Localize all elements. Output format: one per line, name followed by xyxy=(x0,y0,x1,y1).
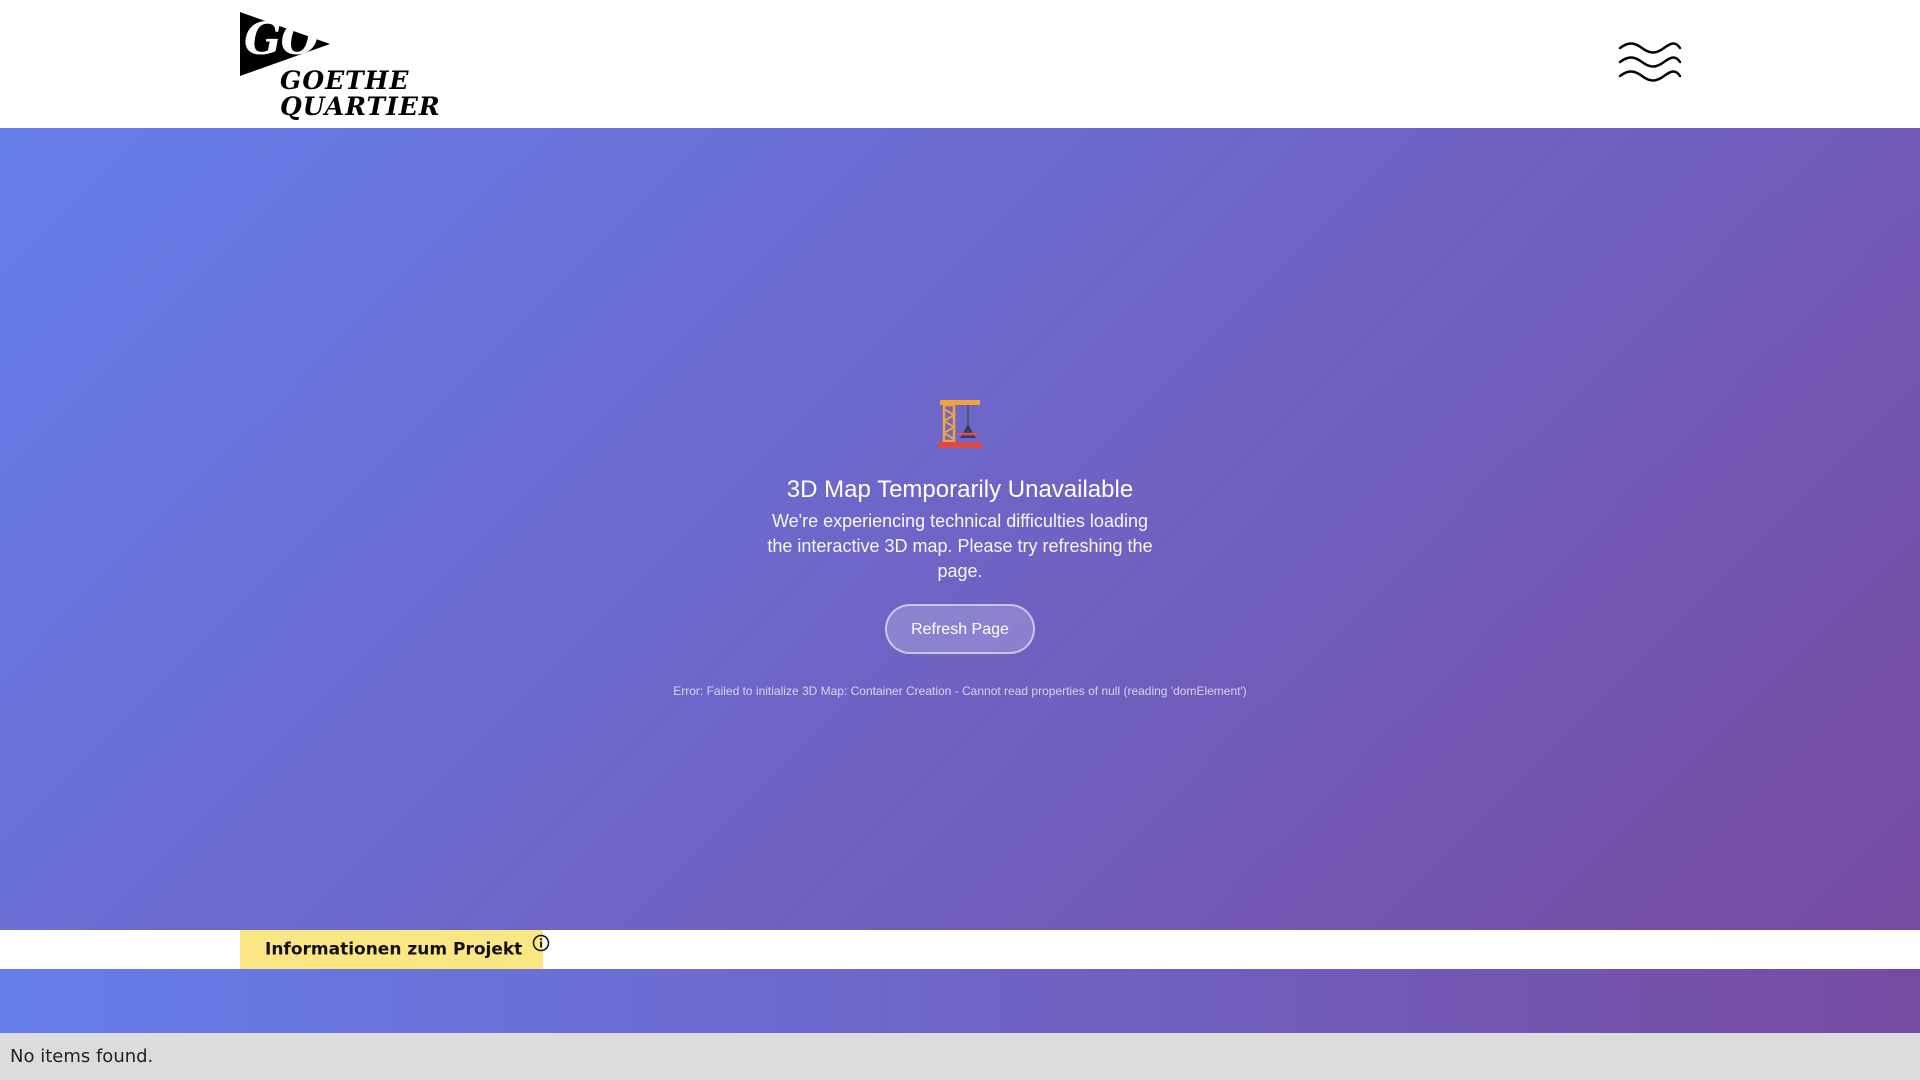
map-error-detail: Error: Failed to initialize 3D Map: Cont… xyxy=(673,684,1247,698)
logo-line-quartier: QUARTIER xyxy=(280,92,441,121)
refresh-page-button[interactable]: Refresh Page xyxy=(885,604,1035,654)
map-error-message: We're experiencing technical difficultie… xyxy=(767,511,1153,581)
menu-button[interactable] xyxy=(1618,40,1682,90)
site-header: GO GOETHE QUARTIER xyxy=(0,0,1920,128)
goethe-quartier-logo[interactable]: GO GOETHE QUARTIER xyxy=(238,10,440,120)
map-error-panel: 3D Map Temporarily Unavailable We're exp… xyxy=(610,398,1310,698)
content-band xyxy=(0,969,1920,1033)
project-info-button[interactable]: Informationen zum Projekt xyxy=(240,930,550,969)
map-container: 3D Map Temporarily Unavailable We're exp… xyxy=(0,128,1920,930)
construction-crane-icon xyxy=(936,398,984,450)
logo-mark-text: GO xyxy=(244,14,319,65)
info-strip: Informationen zum Projekt xyxy=(0,930,1920,969)
items-status-bar: No items found. xyxy=(0,1033,1920,1080)
no-items-message: No items found. xyxy=(10,1046,154,1067)
project-info-label: Informationen zum Projekt xyxy=(265,939,523,960)
page: GO GOETHE QUARTIER 3D Map Temporarily Un… xyxy=(0,0,1920,1080)
info-circle-icon xyxy=(532,928,550,967)
map-error-title: 3D Map Temporarily Unavailable xyxy=(786,476,1134,503)
logo-line-goethe: GOETHE xyxy=(280,66,410,95)
wavy-menu-icon xyxy=(1618,42,1682,82)
